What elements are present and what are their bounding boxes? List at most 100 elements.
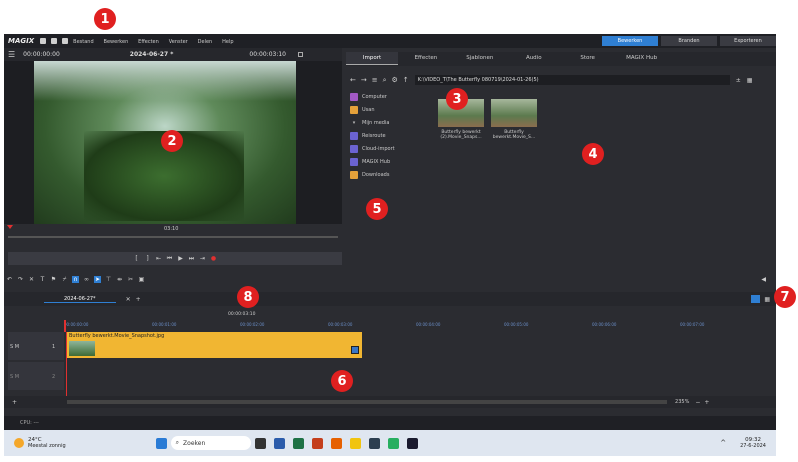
volume-icon[interactable]: ◀ bbox=[761, 276, 766, 283]
files-icon[interactable] bbox=[349, 437, 361, 449]
preview-scrubber[interactable] bbox=[8, 236, 338, 238]
clock[interactable]: 09:32 27-6-2024 bbox=[740, 437, 766, 449]
maximize-preview-icon[interactable] bbox=[298, 52, 303, 57]
menu-venster[interactable]: Venster bbox=[169, 39, 188, 45]
excel-icon[interactable] bbox=[292, 437, 304, 449]
app-logo: MAGIX bbox=[8, 37, 35, 45]
hamburger-icon[interactable]: ☰ bbox=[8, 50, 15, 59]
forward-arrow-icon[interactable]: → bbox=[361, 76, 367, 84]
magix-hub-icon bbox=[350, 157, 358, 166]
firefox-icon[interactable] bbox=[330, 437, 342, 449]
undo-icon[interactable]: ↶ bbox=[6, 276, 13, 283]
source-reisroute[interactable]: Reisroute bbox=[346, 129, 428, 142]
weather-widget[interactable]: 24°C Meestal zonnig bbox=[28, 437, 66, 449]
whatsapp-icon[interactable] bbox=[387, 437, 399, 449]
magix-taskbar-icon[interactable] bbox=[406, 437, 418, 449]
redo-icon[interactable]: ↷ bbox=[17, 276, 24, 283]
cut-icon[interactable]: ✂ bbox=[127, 276, 134, 283]
menu-effecten[interactable]: Effecten bbox=[138, 39, 159, 45]
taskbar-search[interactable]: ⌕ Zoeken bbox=[170, 436, 251, 450]
word-icon[interactable] bbox=[273, 437, 285, 449]
file-name: Butterfly bewerkt.Movie_S... bbox=[492, 130, 536, 140]
screen-icon[interactable]: ▣ bbox=[138, 276, 145, 283]
text-icon[interactable]: T bbox=[39, 276, 46, 283]
timeline-playhead[interactable] bbox=[64, 320, 66, 332]
add-track-icon[interactable]: + bbox=[12, 399, 17, 406]
track-controls[interactable]: S M bbox=[10, 374, 19, 380]
tray-chevron-icon[interactable]: ^ bbox=[720, 439, 726, 447]
menu-help[interactable]: Help bbox=[222, 39, 233, 45]
edit-toolbar: ↶ ↷ ✕ T ⚑ ⌿ ∩ ∞ ➤ ⊤ ⇹ ✂ ▣ ◀ bbox=[4, 270, 776, 288]
new-file-icon[interactable] bbox=[40, 38, 47, 44]
split-icon[interactable]: ⌿ bbox=[61, 276, 68, 283]
tab-magix-hub[interactable]: MAGIX Hub bbox=[616, 52, 668, 64]
source-cloud-import[interactable]: Cloud-import bbox=[346, 142, 428, 155]
timeline-scrollbar[interactable] bbox=[67, 400, 668, 404]
prev-marker-icon[interactable]: ⇤ bbox=[155, 255, 162, 262]
playhead-marker-icon[interactable] bbox=[7, 225, 13, 229]
next-frame-icon[interactable]: ⏭ bbox=[188, 255, 195, 262]
source-magix-hub[interactable]: MAGIX Hub bbox=[346, 155, 428, 168]
file-item[interactable]: Butterfly bewerkt.Movie_S... bbox=[488, 99, 540, 140]
marker-icon[interactable]: ⚑ bbox=[50, 276, 57, 283]
windows-start-icon[interactable] bbox=[155, 437, 167, 449]
magnet-icon[interactable]: ∩ bbox=[72, 275, 79, 283]
mark-out-icon[interactable]: ] bbox=[144, 255, 151, 262]
tab-store[interactable]: Store bbox=[562, 52, 614, 64]
track-controls[interactable]: S M bbox=[10, 344, 19, 350]
source-downloads[interactable]: Downloads bbox=[346, 168, 428, 181]
delete-icon[interactable]: ✕ bbox=[28, 276, 35, 283]
menu-bewerken[interactable]: Bewerken bbox=[104, 39, 129, 45]
sort-icon[interactable]: ± bbox=[736, 77, 741, 84]
tab-sjablonen[interactable]: Sjablonen bbox=[454, 52, 506, 64]
main-menu: Bestand Bewerken Effecten Venster Delen … bbox=[73, 38, 241, 45]
list-view-icon[interactable]: ≡ bbox=[372, 76, 378, 84]
app-icon[interactable] bbox=[368, 437, 380, 449]
grid-view-icon[interactable]: ▦ bbox=[747, 77, 753, 84]
source-usan[interactable]: Usan bbox=[346, 103, 428, 116]
open-folder-icon[interactable] bbox=[51, 38, 58, 44]
link-icon[interactable]: ∞ bbox=[83, 276, 90, 283]
mode-exporteren-button[interactable]: Exporteren bbox=[720, 36, 776, 46]
up-folder-icon[interactable]: ↑ bbox=[403, 76, 409, 84]
path-field[interactable]: K:\VIDEO_T\The Butterfly 080719\2024-01-… bbox=[414, 75, 730, 85]
pointer-icon[interactable]: ➤ bbox=[94, 275, 101, 283]
add-tab-icon[interactable]: + bbox=[136, 296, 141, 303]
location-pin-icon bbox=[350, 131, 358, 140]
menu-bestand[interactable]: Bestand bbox=[73, 39, 93, 45]
cloud-icon bbox=[350, 144, 358, 153]
tab-import[interactable]: Import bbox=[346, 52, 398, 65]
settings-icon[interactable]: ⚙ bbox=[392, 76, 398, 84]
record-icon[interactable]: ● bbox=[210, 255, 217, 262]
source-computer[interactable]: Computer bbox=[346, 90, 428, 103]
save-icon[interactable] bbox=[62, 38, 69, 44]
zoom-in-icon[interactable]: + bbox=[704, 399, 709, 406]
search-icon[interactable]: ⌕ bbox=[383, 76, 387, 85]
tab-audio[interactable]: Audio bbox=[508, 52, 560, 64]
mark-in-icon[interactable]: [ bbox=[133, 255, 140, 262]
back-arrow-icon[interactable]: ← bbox=[350, 76, 356, 84]
prev-frame-icon[interactable]: ⏮ bbox=[166, 255, 173, 262]
ripple-icon[interactable]: ⇹ bbox=[116, 276, 123, 283]
storyboard-view-icon[interactable]: ▦ bbox=[764, 296, 770, 303]
tab-effecten[interactable]: Effecten bbox=[400, 52, 452, 64]
clip-handle-icon[interactable] bbox=[351, 346, 359, 354]
mode-branden-button[interactable]: Branden bbox=[661, 36, 717, 46]
close-tab-icon[interactable]: ✕ bbox=[126, 296, 131, 303]
task-view-icon[interactable] bbox=[254, 437, 266, 449]
mode-bewerken-button[interactable]: Bewerken bbox=[602, 36, 658, 46]
taskbar: 24°C Meestal zonnig ⌕ Zoeken ^ 09:32 27-… bbox=[4, 430, 776, 456]
menu-delen[interactable]: Delen bbox=[198, 39, 213, 45]
next-marker-icon[interactable]: ⇥ bbox=[199, 255, 206, 262]
timeline-view-icon[interactable] bbox=[751, 295, 761, 303]
ruler-tick-label: 00:00:06:00 bbox=[592, 322, 617, 327]
trim-icon[interactable]: ⊤ bbox=[105, 276, 112, 283]
timeline-clip[interactable]: Butterfly bewerkt.Movie_Snapshot.jpg bbox=[66, 332, 362, 358]
zoom-out-icon[interactable]: − bbox=[695, 399, 700, 406]
transport-controls: [ ] ⇤ ⏮ ▶ ⏭ ⇥ ● bbox=[8, 252, 342, 265]
timeline-tab[interactable]: 2024-06-27* bbox=[44, 296, 116, 303]
marker-badge-1: 1 bbox=[94, 8, 116, 30]
powerpoint-icon[interactable] bbox=[311, 437, 323, 449]
play-icon[interactable]: ▶ bbox=[177, 255, 184, 262]
source-mijn-media[interactable]: ▾ Mijn media bbox=[346, 116, 428, 129]
